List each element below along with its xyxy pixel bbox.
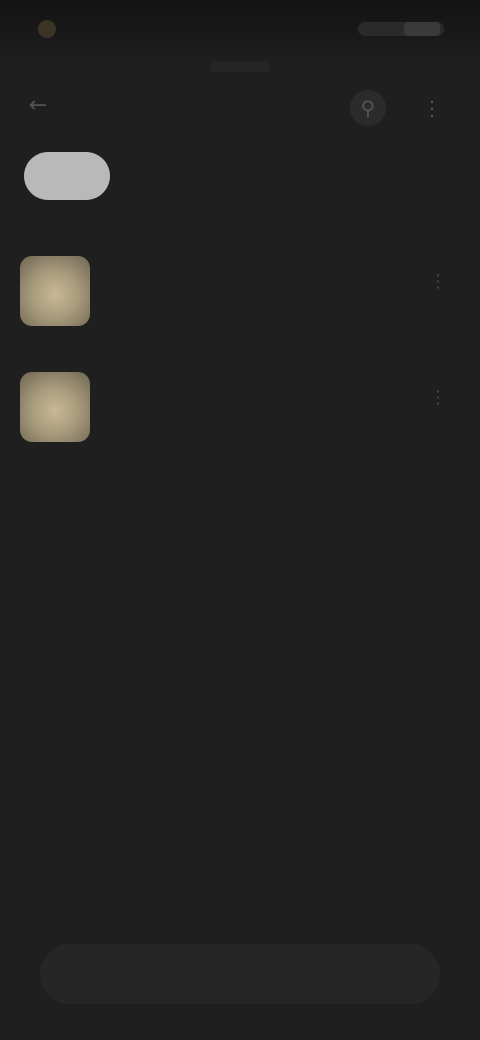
more-vertical-icon[interactable]: ⋮ — [414, 90, 450, 126]
arrow-left-icon[interactable]: ← — [24, 92, 52, 120]
status-bar — [0, 0, 480, 56]
search-icon[interactable]: ⚲ — [350, 90, 386, 126]
top-caption — [210, 62, 270, 72]
filter-chip[interactable] — [24, 152, 110, 200]
battery-icon — [404, 22, 440, 36]
item-thumbnail — [20, 372, 90, 442]
app-header: ← ⚲ ⋮ — [0, 80, 480, 136]
list-item[interactable]: ⋮ — [0, 362, 480, 458]
bottom-action-bar[interactable] — [40, 944, 440, 1004]
status-indicator-icon — [38, 20, 56, 38]
app-screen: ← ⚲ ⋮ ⋮ ⋮ — [0, 0, 480, 1040]
more-vertical-icon[interactable]: ⋮ — [426, 270, 450, 294]
more-vertical-icon[interactable]: ⋮ — [426, 386, 450, 410]
item-thumbnail — [20, 256, 90, 326]
list-item[interactable]: ⋮ — [0, 246, 480, 342]
